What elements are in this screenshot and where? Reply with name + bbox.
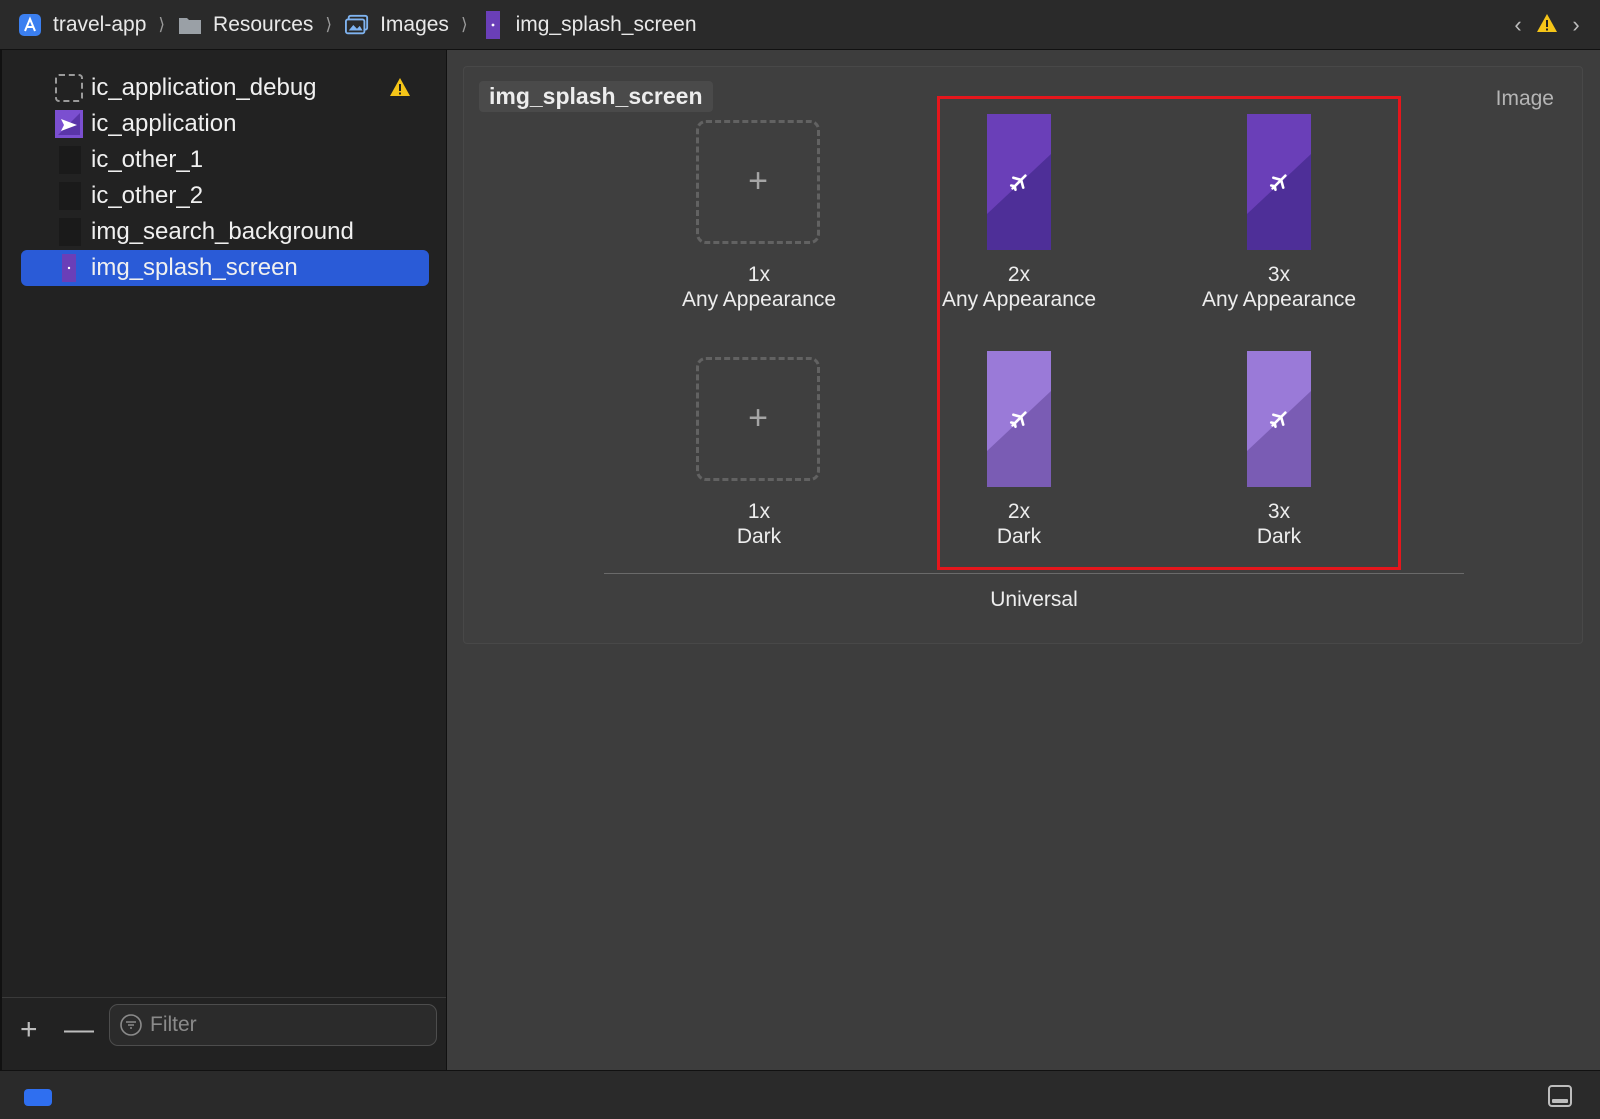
image-folder-icon: [345, 13, 369, 37]
asset-item[interactable]: ic_application_debug: [21, 70, 429, 106]
group-divider: [604, 573, 1464, 574]
breadcrumb-label: travel-app: [53, 13, 147, 36]
minus-icon[interactable]: —: [64, 1015, 94, 1045]
image-well[interactable]: +: [664, 112, 854, 252]
plus-icon[interactable]: +: [696, 120, 820, 244]
asset-navigator: ic_application_debug ic_application ic_oth…: [0, 50, 447, 1070]
image-slot: +1x Dark: [664, 349, 854, 549]
asset-item[interactable]: ic_application: [21, 106, 429, 142]
asset-list: ic_application_debug ic_application ic_oth…: [21, 70, 429, 286]
image-thumbnail-icon: [59, 146, 81, 174]
asset-item-label: ic_other_2: [91, 182, 204, 209]
warning-icon[interactable]: [1536, 13, 1558, 38]
filter-field[interactable]: [109, 1004, 437, 1046]
highlight-box: [937, 96, 1401, 570]
image-well[interactable]: +: [664, 349, 854, 489]
empty-asset-icon: [55, 74, 83, 102]
breadcrumb-item-project[interactable]: travel-app: [18, 13, 146, 37]
image-asset-icon: [481, 11, 505, 39]
breadcrumb-separator-icon: ⟩: [325, 15, 333, 34]
image-thumbnail-icon: [59, 182, 81, 210]
breadcrumb-label: img_splash_screen: [515, 13, 697, 36]
filter-icon: [120, 1014, 142, 1036]
breadcrumb-item-images[interactable]: Images: [345, 13, 449, 37]
slot-appearance-label: Dark: [736, 525, 782, 548]
slot-scale-label: 1x: [747, 263, 771, 286]
image-thumbnail-icon: [59, 218, 81, 246]
asset-item-label: ic_application_debug: [91, 74, 317, 101]
breadcrumb-label: Images: [380, 13, 449, 36]
breadcrumb-label: Resources: [213, 13, 314, 36]
asset-item[interactable]: img_search_background: [21, 214, 429, 250]
plus-icon[interactable]: +: [20, 1015, 38, 1045]
asset-item-label: img_search_background: [91, 218, 354, 245]
image-set-name[interactable]: img_splash_screen: [479, 81, 713, 112]
image-set-panel: img_splash_screen Image +1x Any Appearanc…: [463, 66, 1583, 644]
breadcrumb: travel-app ⟩ Resources ⟩ Images ⟩ img_sp…: [18, 10, 697, 40]
asset-item-label: ic_application: [91, 110, 237, 137]
navigation-controls: ‹ ›: [1508, 12, 1586, 38]
plus-icon[interactable]: +: [696, 357, 820, 481]
asset-item[interactable]: img_splash_screen: [21, 250, 429, 286]
breadcrumb-item-asset[interactable]: img_splash_screen: [481, 11, 697, 39]
status-bar: [0, 1070, 1600, 1119]
chevron-left-icon[interactable]: ‹: [1508, 12, 1528, 38]
asset-item[interactable]: ic_other_1: [21, 142, 429, 178]
chevron-right-icon[interactable]: ›: [1566, 12, 1586, 38]
slot-appearance-label: Any Appearance: [681, 288, 837, 311]
breadcrumb-separator-icon: ⟩: [460, 15, 468, 34]
asset-type-label: Image: [1495, 87, 1554, 110]
asset-item-label: ic_other_1: [91, 146, 204, 173]
breadcrumb-separator-icon: ⟩: [158, 15, 166, 34]
asset-item[interactable]: ic_other_2: [21, 178, 429, 214]
image-slot: +1x Any Appearance: [664, 112, 854, 312]
top-bar: travel-app ⟩ Resources ⟩ Images ⟩ img_sp…: [0, 0, 1600, 50]
filter-input[interactable]: [148, 1012, 422, 1038]
xcode-project-icon: [18, 13, 42, 37]
group-label: Universal: [990, 588, 1078, 611]
asset-editor: img_splash_screen Image +1x Any Appearanc…: [448, 50, 1600, 1070]
warning-icon: [389, 76, 411, 104]
toggle-panel-icon[interactable]: [1548, 1085, 1572, 1107]
folder-icon: [178, 13, 202, 37]
image-asset-icon: [55, 254, 83, 282]
app-icon: [55, 110, 83, 138]
asset-item-label: img_splash_screen: [91, 254, 298, 281]
slot-scale-label: 1x: [747, 500, 771, 523]
status-indicator[interactable]: [24, 1089, 52, 1106]
sidebar-footer: + —: [2, 997, 446, 1070]
breadcrumb-item-resources[interactable]: Resources: [178, 13, 313, 37]
